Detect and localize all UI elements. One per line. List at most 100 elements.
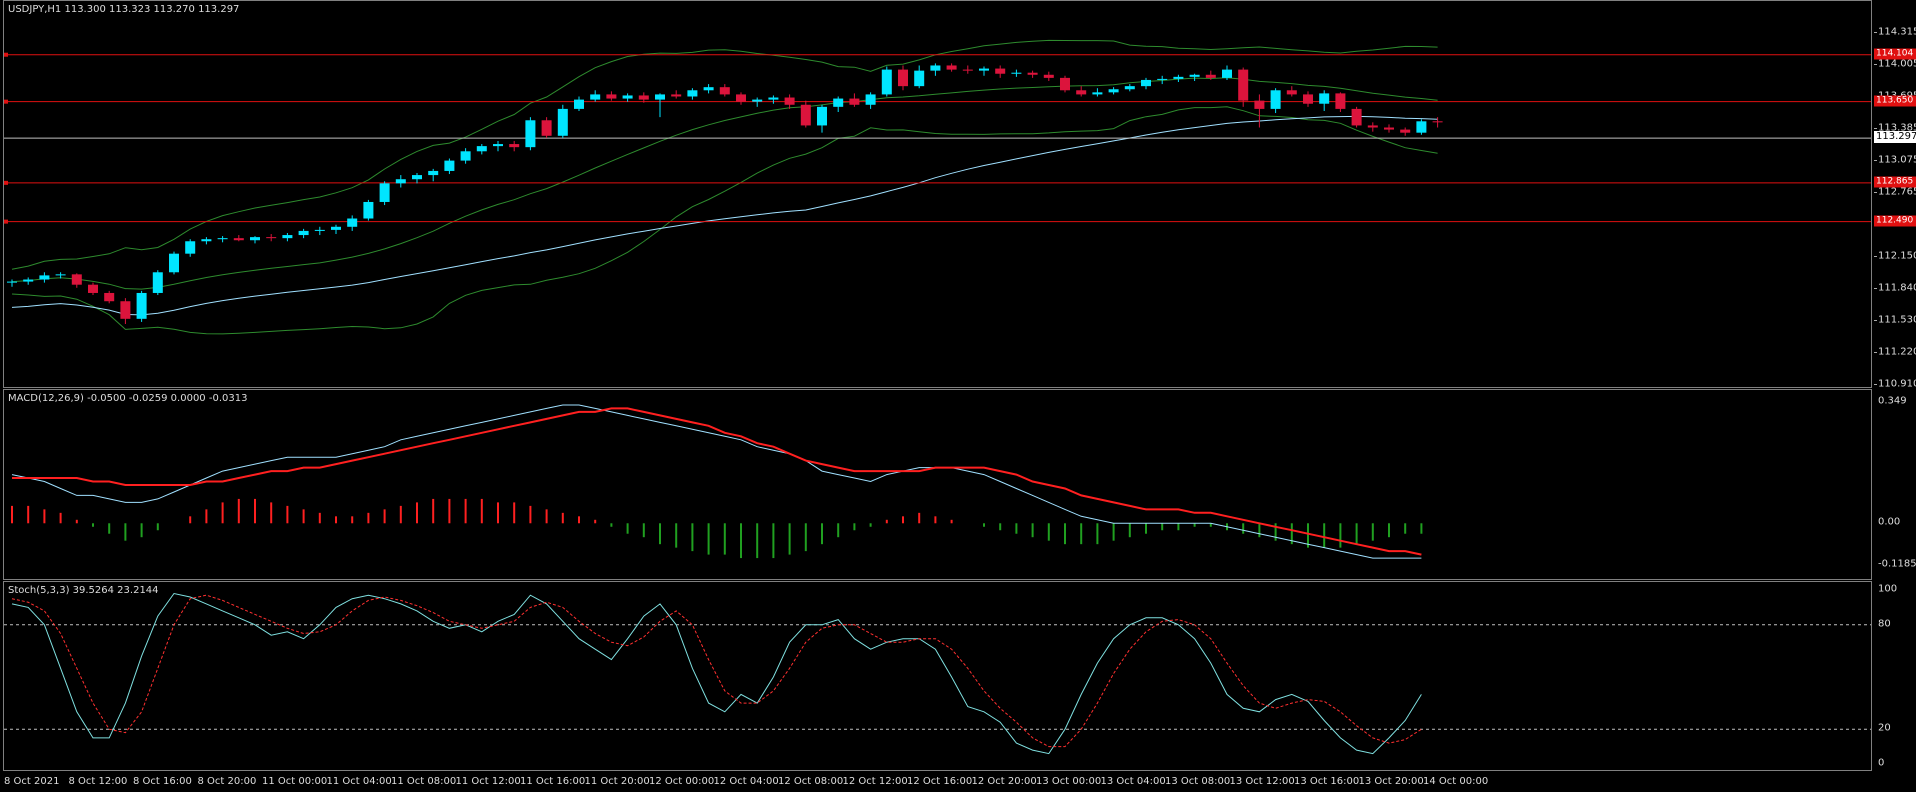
candlestick [136,290,147,322]
time-tick-label: 12 Oct 12:00 [842,776,908,787]
candlestick [39,272,50,283]
level-price-tag[interactable]: 112.865 [1874,176,1916,188]
candlestick [655,93,665,118]
price-chart-canvas[interactable] [4,1,1871,387]
time-axis[interactable]: 8 Oct 2021 8 Oct 12:00 8 Oct 16:00 8 Oct 20… [0,771,1916,792]
stochastic-scale[interactable]: 100 80 20 0 [1874,581,1916,771]
candlestick [266,234,277,242]
candle-body [1124,86,1135,90]
candlestick [1254,94,1265,128]
candle-body [1189,74,1200,77]
stochastic-canvas[interactable] [4,582,1871,770]
candlestick [1384,124,1394,133]
price-tick-mark [1874,128,1877,130]
candle-body [1335,93,1346,109]
candle-body [120,301,131,319]
candle-body [995,68,1006,74]
macd-pane[interactable]: MACD(12,26,9) -0.0500 -0.0259 0.0000 -0.… [3,389,1872,580]
candle-body [395,179,406,184]
candlestick [201,237,212,245]
time-tick-label: 8 Oct 2021 [4,776,60,787]
price-tick-label: 114.315 [1878,26,1916,38]
candle-body [314,229,325,231]
candlestick [314,226,325,236]
level-price-tag[interactable]: 114.104 [1874,48,1916,60]
price-tick-label: 112.150 [1878,250,1916,262]
candlestick [185,239,196,257]
candlestick [331,224,341,235]
stochastic-pane[interactable]: Stoch(5,3,3) 39.5264 23.2144 [3,581,1872,771]
candlestick [865,92,876,109]
candlestick [233,235,244,242]
candle-body [169,253,179,273]
price-chart-pane[interactable]: USDJPY,H1 113.300 113.323 113.270 113.29… [3,0,1872,388]
candlestick [444,158,455,175]
candlestick [1173,74,1184,83]
candlestick [881,66,892,97]
current-price-tag: 113.297 [1874,131,1916,144]
price-tick-label: 113.075 [1878,154,1916,166]
candlestick [817,104,827,133]
time-tick-label: 11 Oct 20:00 [584,776,650,787]
price-tick-mark [1874,351,1877,353]
time-tick-label: 8 Oct 12:00 [68,776,128,787]
candle-body [1205,74,1216,78]
candle-body [363,201,374,219]
level-price-tag[interactable]: 113.650 [1874,95,1916,107]
candle-body [104,292,115,302]
candle-body [250,237,260,241]
candlestick [1141,77,1151,90]
candlestick [752,97,763,107]
candle-body [881,69,892,95]
candlestick [493,140,503,152]
macd-scale[interactable]: 0.349 0.00 -0.1185 [1874,389,1916,580]
candlestick [1189,73,1200,81]
time-tick-label: 13 Oct 12:00 [1229,776,1295,787]
candle-body [428,170,439,176]
candlestick [1270,88,1281,114]
level-price-tag[interactable]: 112.490 [1874,215,1916,227]
time-tick-label: 11 Oct 08:00 [391,776,457,787]
candlestick [719,84,730,97]
candle-body [298,230,309,236]
candlestick [962,65,973,74]
macd-canvas[interactable] [4,390,1871,579]
candle-body [509,144,520,148]
candle-body [1319,93,1330,104]
candle-body [914,70,925,87]
candle-body [525,120,536,148]
macd-tick-label: -0.1185 [1878,558,1916,570]
candlestick [395,175,406,188]
candlestick [1157,75,1168,85]
price-tick-mark [1874,63,1877,65]
candle-body [1303,94,1313,104]
time-tick-label: 11 Oct 12:00 [455,776,521,787]
candlestick [622,93,633,102]
candlestick [736,92,746,105]
candlestick [1092,88,1103,97]
time-tick-label: 12 Oct 16:00 [907,776,973,787]
candlestick [979,66,989,76]
candle-body [1222,69,1232,78]
price-tick-mark [1874,255,1877,257]
candle-body [687,90,698,97]
candlestick [995,65,1006,78]
candle-body [476,146,487,152]
time-tick-label: 11 Oct 04:00 [326,776,392,787]
candle-body [1254,100,1265,109]
candlestick [946,63,957,72]
price-tick-label: 111.530 [1878,314,1916,326]
candle-body [930,65,941,71]
time-tick-label: 11 Oct 16:00 [520,776,586,787]
macd-title: MACD(12,26,9) -0.0500 -0.0259 0.0000 -0.… [8,393,248,404]
time-tick-label: 12 Oct 04:00 [713,776,779,787]
candlestick [1303,91,1313,107]
level-anchor-marker [4,219,8,224]
candle-body [185,241,196,254]
candle-body [1141,79,1151,87]
candle-body [266,237,277,239]
candlestick [428,168,439,182]
candle-body [39,275,50,280]
candle-body [1076,90,1087,95]
candle-body [233,238,244,241]
